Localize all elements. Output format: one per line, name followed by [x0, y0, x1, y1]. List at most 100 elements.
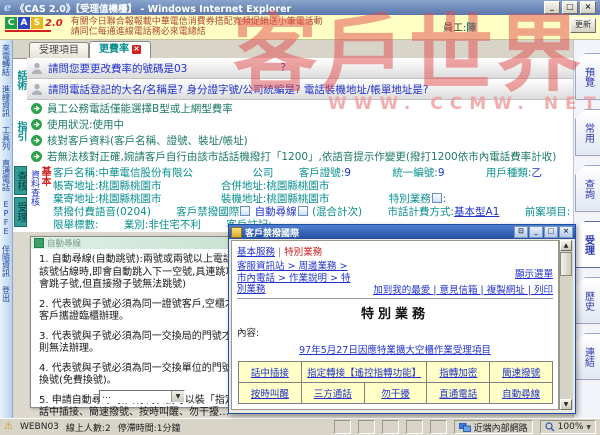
notes-window-icon [34, 238, 44, 248]
guide-text: 核對客戶資料(客戶名稱、證號、裝址/帳址) [47, 133, 248, 148]
special-service-icon[interactable] [432, 193, 442, 203]
tab-links[interactable]: 連結 [575, 333, 600, 380]
link-call-waiting[interactable]: 話中插接 [251, 368, 289, 379]
rail-item-incoming-info[interactable]: 進線資訊 [1, 85, 12, 117]
limit-label: 限舉標數: [53, 219, 99, 231]
industry-label: 業別:非住宅不利 [124, 219, 201, 231]
right-rail: 預覽 常用 查詢 受理 歷史 連結 [573, 40, 600, 418]
refresh-button[interactable]: 更新 [570, 18, 596, 33]
link-call-forwarding[interactable]: 指定轉接【遙控指轉功能】 [307, 368, 421, 379]
link-auto-hunting[interactable]: 自動尋線 [502, 389, 540, 400]
notice-line-1: 有關今日聯合報報載中華電信消費券搭配寬頻促銷送小筆電活動 [71, 17, 323, 27]
show-menu-link[interactable]: 顯示選單 [373, 266, 553, 280]
rail-item-companion-info[interactable]: 伴隨資訊 [1, 245, 12, 277]
content-label: 內容: [237, 325, 553, 339]
cas-logo-s: S [31, 17, 43, 29]
popup-breadcrumb-block: 客服資訊站 > 周邊業務 > 市內電話 > 作業說明 > 特別業務 顯示選單 加… [237, 261, 553, 299]
zoom-icon [545, 422, 555, 432]
guide-row: 若無法核對正確,婉請客戶自行由該市話話機撥打「1200」,依語音提示作變更(撥打… [27, 148, 573, 164]
customer-name: 客戶名稱:中華電信股份有限公 [53, 167, 193, 179]
special-service-label: 特別業務 [389, 193, 431, 205]
merged-address: 合併地址:桃園縣桃園市 [221, 180, 330, 192]
link-wakeup-call[interactable]: 按時叫醒 [251, 389, 289, 400]
block-paid-audio: 禁撥付費語音(0204) [53, 206, 151, 218]
prior-case-label: 前案項目: [525, 206, 569, 218]
tab-verify[interactable]: 查核 [14, 166, 27, 195]
scroll-down-icon[interactable]: ▼ [560, 399, 572, 410]
tab-preview[interactable]: 預覽 [575, 53, 600, 100]
rail-item-epfe[interactable]: EPFE [1, 200, 12, 236]
person-icon [31, 83, 43, 95]
rail-item-logout[interactable]: 登出 [1, 286, 12, 302]
block-intl-label: 客戶禁撥國際 [176, 206, 239, 218]
link-do-not-disturb[interactable]: 勿干擾 [381, 389, 410, 400]
status-pane [358, 420, 375, 434]
special-service-announcement-link[interactable]: 97年5月27日因應特業擴大空櫃作業受理項目 [299, 345, 491, 356]
network-zone-label: 近端內部網路 [474, 421, 528, 434]
block-intl-icon[interactable] [240, 206, 250, 216]
auto-hunting-icon[interactable] [298, 206, 308, 216]
rail-item-toolbar[interactable]: 工具列 [1, 126, 12, 150]
popup-window-icon [231, 227, 242, 238]
special-services-table: 話中插接 指定轉接【遙控指轉功能】 指轉加密 簡速撥號 按時叫醒 三方通話 勿干… [238, 361, 553, 404]
script-text-suffix: ? [280, 62, 286, 74]
scroll-up-icon[interactable]: ▲ [560, 240, 572, 251]
tab-accept-items[interactable]: 受理項目 [29, 42, 89, 58]
link-speed-dial[interactable]: 簡速撥號 [502, 368, 540, 379]
data-verify-label: 資料查核 [29, 170, 39, 206]
tab-query[interactable]: 查詢 [575, 165, 600, 212]
rail-item-direct-call[interactable]: 直通電話 [1, 159, 12, 191]
popup-restore-button[interactable]: □ [544, 226, 558, 238]
restore-button[interactable]: □ [562, 1, 578, 14]
guide-text: 使用狀況:使用中 [47, 117, 124, 132]
tab-process[interactable]: 受理 [14, 197, 27, 227]
mixed-count: (混合計次) [312, 206, 362, 218]
tab-close-icon[interactable]: × [132, 45, 141, 54]
guide-rows: 員工公務電話僅能選擇B型或上網型費率 使用狀況:使用中 核對客戶資料(客戶名稱、… [27, 100, 573, 164]
link-direct-call[interactable]: 直通電話 [439, 389, 477, 400]
user-kind-label: 用戶種類: [486, 167, 532, 179]
guide-text: 若無法核對正確,婉請客戶自行由該市話話機撥打「1200」,依語音提示作變更(撥打… [47, 149, 556, 164]
zoom-level: 100% [558, 422, 584, 432]
dropdown-arrow-icon[interactable]: ▼ [171, 391, 184, 402]
popup-minimize-button[interactable]: _ [529, 226, 543, 238]
scroll-thumb[interactable] [560, 252, 572, 276]
tab-history[interactable]: 歷史 [575, 277, 600, 324]
link-forward-encrypt[interactable]: 指轉加密 [439, 368, 477, 379]
notes-dropdown-value: … [100, 391, 171, 402]
zoom-pane[interactable]: 100% ▼ [540, 420, 596, 434]
employee-name: 陳 [466, 23, 476, 34]
script-row: 請問您要更改費率的號碼是03 ? [27, 58, 573, 79]
nav-special-service: 特別業務 [284, 247, 322, 258]
notes-dropdown[interactable]: … ▼ [99, 390, 185, 403]
breadcrumb[interactable]: 客服資訊站 > 周邊業務 > 市內電話 > 作業說明 > 特別業務 [237, 261, 357, 296]
customer-type: 公司 [252, 167, 273, 179]
employee-info: 員工:陳 [443, 19, 476, 34]
warning-icon: ⚠ [4, 422, 13, 432]
cert-no-value: 9 [344, 167, 351, 179]
popup-nav: 基本服務|特別業務 [237, 244, 553, 258]
minimize-button[interactable]: _ [544, 1, 560, 14]
customer-row-3: 棄寄地址:桃園縣桃園市 裝機地址:桃園縣桃園市 特別業務: [53, 193, 569, 206]
link-three-way-call[interactable]: 三方通話 [314, 389, 352, 400]
popup-close-button[interactable]: × [559, 226, 573, 238]
uniform-no-label: 統一編號: [392, 167, 438, 179]
popup-body: 基本服務|特別業務 客服資訊站 > 周邊業務 > 市內電話 > 作業說明 > 特… [231, 240, 559, 410]
nav-basic-service[interactable]: 基本服務 [237, 247, 275, 258]
tab-frequent[interactable]: 常用 [575, 109, 600, 156]
tab-change-rate-label: 更費率 [99, 44, 129, 55]
notes-title: 自動尋線 [47, 237, 81, 249]
guide-row: 使用狀況:使用中 [27, 116, 573, 132]
tab-accept[interactable]: 受理 [575, 221, 600, 268]
zoom-caret-icon[interactable]: ▼ [586, 424, 591, 431]
cas-logo-c: C [5, 17, 17, 29]
popup-title-bar[interactable]: 客戶禁撥國際 ⊟ _ □ × [229, 225, 575, 239]
tab-change-rate[interactable]: 更費率× [89, 41, 151, 58]
network-zone-pane: 近端內部網路 [454, 420, 533, 434]
close-button[interactable]: × [580, 1, 596, 14]
page-action-links[interactable]: 加到我的最愛 | 意見信箱 | 複製網址 | 列印 [373, 282, 553, 296]
rail-item-call-transfer[interactable]: 來電轉結 [1, 44, 12, 76]
popup-scrollbar[interactable]: ▲ ▼ [559, 240, 573, 410]
title-bar: e 《CAS 2.0》【受理值機檯】 - Windows Internet Ex… [0, 0, 600, 15]
popup-extra-button[interactable]: ⊟ [514, 226, 528, 238]
